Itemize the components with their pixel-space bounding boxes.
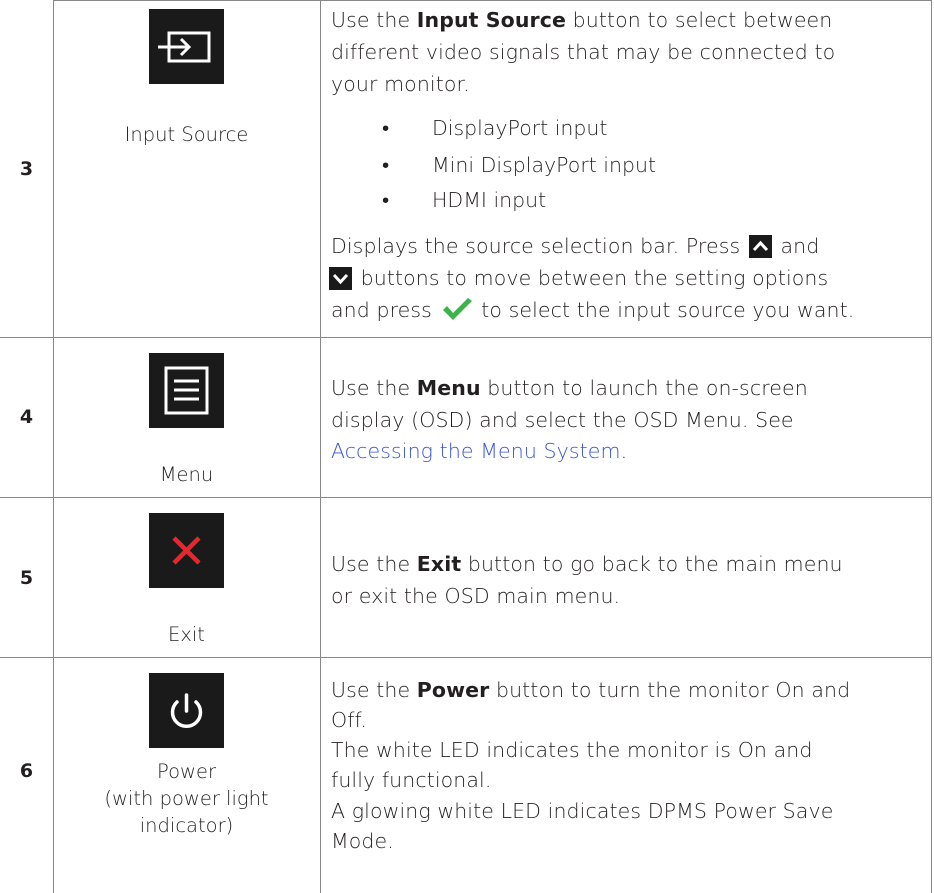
button-caption: indicator) [139,814,234,837]
button-caption: Menu [159,463,214,486]
description-line: fully functional. [331,768,492,792]
row-number: 4 [19,406,34,428]
bullet-marker: • [382,153,390,177]
description-line: A glowing white LED indicates DPMS Power… [331,799,834,823]
row-divider [0,657,932,658]
button-caption: Input Source [124,123,249,146]
description-line: or exit the OSD main menu. [331,584,621,608]
accessing-menu-link[interactable]: Accessing the Menu System [331,439,621,463]
power-icon [149,673,224,748]
column-divider [320,0,321,893]
down-arrow-icon [329,267,352,290]
input-source-icon [149,9,224,84]
up-arrow-icon [748,235,772,258]
bullet-item: DisplayPort input [432,116,608,140]
row-number: 6 [19,760,34,782]
bullet-marker: • [382,116,390,140]
button-function-table: 3 Input Source Use the Input Source butt… [0,0,934,893]
description-line: buttons to move between the setting opti… [329,264,931,293]
description-line: display (OSD) and select the OSD Menu. S… [331,408,794,432]
description-line: Use the Power button to turn the monitor… [331,678,851,702]
bullet-marker: • [382,188,390,212]
description-line: Use the Exit button to go back to the ma… [331,552,843,576]
exit-icon [149,513,224,588]
description-line: different video signals that may be conn… [331,40,836,64]
description-line: Accessing the Menu System. [331,439,628,463]
row-divider [53,0,932,1]
description-line: Mode. [331,829,394,853]
description-line: The white LED indicates the monitor is O… [331,738,813,762]
row-divider [0,497,932,498]
column-divider [931,0,932,893]
description-line: Use the Menu button to launch the on-scr… [331,376,808,400]
checkmark-icon [440,296,473,322]
description-line: Use the Input Source button to select be… [331,8,833,32]
description-line: Off. [331,708,367,732]
menu-icon [149,353,224,428]
description-line: Displays the source selection bar. Press… [331,234,820,258]
description-line: and press to select the input source you… [331,296,855,322]
button-caption: Power [157,760,216,783]
row-number: 5 [19,567,34,589]
row-divider [0,337,932,338]
button-caption: (with power light [104,787,269,810]
bullet-item: HDMI input [432,188,547,212]
bullet-item: Mini DisplayPort input [432,153,657,177]
button-caption: Exit [168,623,205,646]
description-line: your monitor. [331,72,470,96]
row-number: 3 [19,158,34,180]
